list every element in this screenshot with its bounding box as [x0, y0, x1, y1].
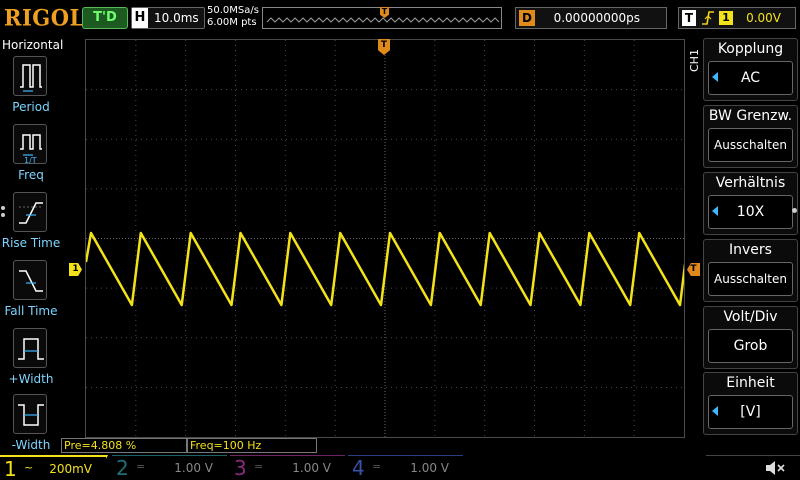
channel-menu: Kopplung AC BW Grenzw. Ausschalten Verhä…: [703, 38, 798, 435]
rise-time-icon: [13, 192, 47, 232]
channel-number: 4: [352, 456, 365, 480]
measure-fall-time[interactable]: Fall Time: [0, 260, 62, 324]
trigger-level-marker[interactable]: T: [687, 263, 700, 276]
fall-time-icon: [13, 260, 47, 300]
delay-display[interactable]: D 0.00000000ps: [515, 7, 667, 29]
menu-bandwidth-value-box: Ausschalten: [708, 128, 793, 162]
delay-value: 0.00000000ps: [553, 11, 640, 25]
menu-probe-ratio[interactable]: Verhältnis 10X: [703, 172, 798, 235]
top-status-bar: RIGOL T'D H 10.0ms 50.0MSa/s 6.00M pts T…: [0, 0, 800, 36]
measure-rise-time-label: Rise Time: [1, 236, 61, 250]
brand-logo: RIGOL: [4, 4, 85, 31]
measure-negative-width-label: -Width: [11, 438, 51, 452]
menu-coupling[interactable]: Kopplung AC: [703, 38, 798, 101]
measurement-result: Pre=4.808 %: [61, 438, 187, 453]
measure-rise-time[interactable]: Rise Time: [0, 192, 62, 256]
svg-text:1/T: 1/T: [24, 156, 37, 165]
channel-status-bar: 1 ~ 200mV 2 = 1.00 V 3 = 1.00 V 4 = 1.00…: [0, 455, 800, 480]
measure-frequency[interactable]: 1/T Freq: [0, 124, 62, 188]
menu-invert-value-box: Ausschalten: [708, 262, 793, 296]
menu-coupling-value-box: AC: [708, 61, 793, 95]
menu-bandwidth-value: Ausschalten: [714, 138, 787, 152]
menu-bandwidth-limit[interactable]: BW Grenzw. Ausschalten: [703, 105, 798, 168]
menu-volts-div-value-box: Grob: [708, 329, 793, 363]
coupling-icon: ~: [24, 461, 34, 474]
menu-unit-value: [V]: [740, 404, 761, 420]
channel-scale: 1.00 V: [292, 461, 331, 475]
timebase-value: 10.0ms: [154, 11, 199, 25]
channel-3-tab[interactable]: 3 = 1.00 V: [230, 455, 345, 480]
channel-tag: CH1: [688, 49, 701, 72]
delay-label: D: [519, 10, 535, 26]
menu-probe-ratio-value: 10X: [736, 204, 765, 220]
menu-volts-div[interactable]: Volt/Div Grob: [703, 306, 798, 369]
frequency-icon: 1/T: [13, 124, 47, 165]
menu-unit-title: Einheit: [726, 375, 775, 391]
menu-probe-ratio-title: Verhältnis: [715, 175, 786, 191]
ch1-waveform-trace: [86, 231, 684, 307]
coupling-icon: =: [136, 460, 146, 473]
coupling-icon: =: [372, 460, 382, 473]
channel-number: 3: [234, 456, 247, 480]
menu-invert-value: Ausschalten: [714, 272, 787, 286]
trigger-level-value: 0.00V: [746, 11, 781, 25]
measure-negative-width[interactable]: -Width: [0, 394, 62, 458]
menu-volts-div-value: Grob: [733, 338, 768, 354]
run-status-badge[interactable]: T'D: [82, 7, 128, 29]
menu-invert-title: Invers: [729, 242, 772, 258]
measure-menu-title: Horizontal: [2, 38, 64, 52]
trigger-label: T: [682, 10, 696, 26]
memory-depth: 6.00M pts: [207, 17, 257, 28]
menu-bandwidth-title: BW Grenzw.: [708, 108, 793, 124]
menu-unit[interactable]: Einheit [V]: [703, 372, 798, 435]
measure-positive-width-label: +Width: [8, 372, 54, 386]
menu-page-indicator: [0, 203, 8, 225]
timebase-label: H: [132, 8, 148, 28]
measure-period[interactable]: Period: [0, 56, 62, 120]
acquisition-info: 50.0MSa/s 6.00M pts: [207, 5, 259, 29]
measure-menu: Horizontal Period 1/T Freq Rise Time Fal…: [0, 38, 64, 454]
measure-fall-time-label: Fall Time: [4, 304, 58, 318]
waveform-display[interactable]: [85, 39, 685, 438]
channel-scale: 200mV: [49, 462, 92, 476]
memory-overview-bar[interactable]: T: [262, 7, 502, 29]
menu-probe-ratio-value-box: 10X: [708, 195, 793, 229]
channel-number: 2: [116, 456, 129, 480]
menu-volts-div-title: Volt/Div: [723, 309, 778, 325]
period-icon: [13, 56, 47, 96]
ch1-offset-marker[interactable]: 1: [69, 263, 82, 276]
channel-1-tab[interactable]: 1 ~ 200mV: [0, 455, 108, 480]
graticule: [86, 40, 684, 437]
measure-frequency-label: Freq: [18, 168, 44, 182]
rising-edge-icon: [701, 9, 715, 32]
channel-4-tab[interactable]: 4 = 1.00 V: [348, 455, 463, 480]
channel-number: 1: [4, 457, 17, 480]
menu-coupling-title: Kopplung: [717, 41, 784, 57]
menu-coupling-value: AC: [740, 70, 761, 86]
measure-positive-width[interactable]: +Width: [0, 328, 62, 392]
speaker-muted-icon[interactable]: [764, 458, 786, 478]
trigger-display[interactable]: T 1 0.00V: [678, 7, 796, 29]
menu-invert[interactable]: Invers Ausschalten: [703, 239, 798, 302]
positive-width-icon: [13, 328, 47, 368]
measurement-result: Freq=100 Hz: [187, 438, 317, 453]
menu-unit-value-box: [V]: [708, 395, 793, 429]
channel-2-tab[interactable]: 2 = 1.00 V: [112, 455, 227, 480]
measure-period-label: Period: [12, 100, 50, 114]
sample-rate: 50.0MSa/s: [207, 5, 259, 16]
negative-width-icon: [13, 394, 47, 434]
coupling-icon: =: [254, 460, 264, 473]
channel-scale: 1.00 V: [174, 461, 213, 475]
trigger-source-badge: 1: [719, 11, 733, 25]
menu-page-indicator-right: [792, 208, 797, 213]
timebase-display[interactable]: H 10.0ms: [131, 7, 205, 29]
channel-scale: 1.00 V: [410, 461, 449, 475]
